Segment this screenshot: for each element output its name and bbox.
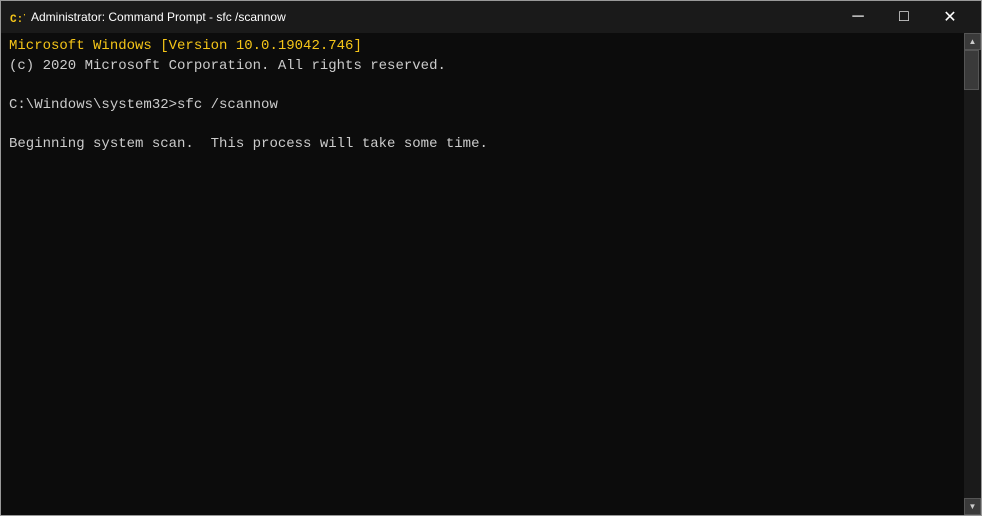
scrollbar-track[interactable]	[964, 50, 981, 498]
terminal-content[interactable]: Microsoft Windows [Version 10.0.19042.74…	[1, 33, 964, 515]
scrollbar-thumb[interactable]	[964, 50, 979, 90]
terminal-line-scan: Beginning system scan. This process will…	[9, 135, 956, 155]
title-bar: C:\ Administrator: Command Prompt - sfc …	[1, 1, 981, 33]
terminal-line: Microsoft Windows [Version 10.0.19042.74…	[9, 37, 956, 57]
window-title: Administrator: Command Prompt - sfc /sca…	[31, 10, 835, 24]
maximize-button[interactable]: □	[881, 1, 927, 33]
svg-text:C:\: C:\	[10, 14, 25, 25]
minimize-button[interactable]: ─	[835, 1, 881, 33]
scrollbar: ▲ ▼	[964, 33, 981, 515]
terminal-line-empty	[9, 115, 956, 135]
close-button[interactable]: ✕	[927, 1, 973, 33]
window-controls: ─ □ ✕	[835, 1, 973, 33]
cmd-icon: C:\	[9, 9, 25, 25]
scroll-down-button[interactable]: ▼	[964, 498, 981, 515]
terminal-area: Microsoft Windows [Version 10.0.19042.74…	[1, 33, 981, 515]
scroll-up-button[interactable]: ▲	[964, 33, 981, 50]
terminal-line-cmd: C:\Windows\system32>sfc /scannow	[9, 96, 956, 116]
terminal-line-empty	[9, 76, 956, 96]
terminal-line: (c) 2020 Microsoft Corporation. All righ…	[9, 57, 956, 77]
cmd-window: C:\ Administrator: Command Prompt - sfc …	[0, 0, 982, 516]
